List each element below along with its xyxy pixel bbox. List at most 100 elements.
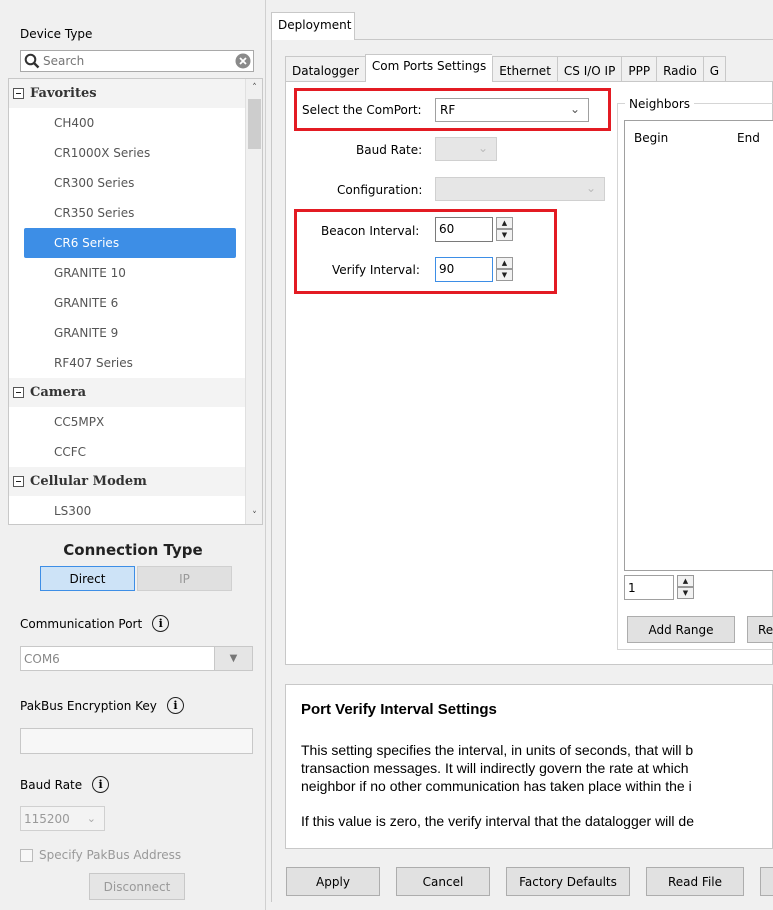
info-icon[interactable]: i (166, 697, 184, 714)
encryption-key-field[interactable] (20, 728, 253, 754)
direct-button[interactable]: Direct (40, 566, 135, 591)
tab-g[interactable]: G (702, 56, 727, 82)
configuration-combobox[interactable]: ⌄ (435, 177, 605, 201)
factory-defaults-button[interactable]: Factory Defaults (506, 867, 630, 896)
chevron-down-icon: ⌄ (477, 141, 488, 155)
tree-group-label: Favorites (30, 86, 97, 101)
encryption-key-label: PakBus Encryption Key (20, 698, 157, 713)
search-input[interactable] (43, 52, 233, 70)
encryption-label-row: PakBus Encryption Key i (20, 697, 184, 714)
more-button[interactable] (760, 867, 773, 896)
tab-com-ports-settings[interactable]: Com Ports Settings (364, 54, 493, 82)
column-header-begin[interactable]: Begin (634, 131, 668, 145)
settings-tabs: Datalogger Com Ports Settings Ethernet CS I… (285, 54, 727, 82)
highlight-box (294, 209, 557, 294)
baud-rate-label: Baud Rate (20, 777, 83, 792)
tree-group-label: Cellular Modem (30, 474, 147, 489)
info-icon[interactable]: i (92, 776, 110, 793)
tab-deployment[interactable]: Deployment (271, 12, 355, 40)
tree-item[interactable]: CH400 (9, 108, 247, 138)
tree-item[interactable]: CR1000X Series (9, 138, 247, 168)
beacon-interval-stepper[interactable]: ▲ ▼ (496, 217, 513, 242)
scroll-down-icon[interactable]: ˅ (246, 507, 262, 524)
tree-item[interactable]: CC5MPX (9, 407, 247, 437)
beacon-interval-label: Beacon Interval: (321, 224, 420, 238)
baud-rate-value: 115200 (24, 811, 70, 826)
neighbors-list[interactable]: Begin End (624, 120, 773, 571)
help-line: neighbor if no other communication has t… (301, 778, 692, 794)
apply-button[interactable]: Apply (286, 867, 380, 896)
tree-item[interactable]: LS300 (9, 496, 247, 524)
help-paragraph: This setting specifies the interval, in … (301, 741, 772, 795)
cancel-button[interactable]: Cancel (396, 867, 490, 896)
highlight-box (294, 88, 611, 131)
comm-port-label: Communication Port (20, 616, 143, 631)
tab-ppp[interactable]: PPP (621, 56, 657, 82)
collapse-icon[interactable] (13, 387, 24, 398)
ip-button[interactable]: IP (137, 566, 232, 591)
read-file-button[interactable]: Read File (646, 867, 744, 896)
column-header-end[interactable]: End (737, 131, 760, 145)
add-range-button[interactable]: Add Range (627, 616, 735, 643)
tree-item[interactable]: RF407 Series (9, 348, 247, 378)
device-tree-list: Favorites CH400 CR1000X Series CR300 Series… (9, 79, 247, 524)
device-search-box[interactable] (20, 50, 254, 72)
comm-port-label-row: Communication Port i (20, 615, 170, 632)
device-tree[interactable]: Favorites CH400 CR1000X Series CR300 Series… (8, 78, 263, 525)
clear-search-icon[interactable] (233, 51, 253, 71)
info-icon[interactable]: i (152, 615, 170, 632)
tree-item[interactable]: GRANITE 6 (9, 288, 247, 318)
verify-interval-stepper[interactable]: ▲ ▼ (496, 257, 513, 282)
chevron-down-icon: ⌄ (86, 812, 96, 825)
spin-up-icon[interactable]: ▲ (496, 217, 513, 229)
tree-scrollbar[interactable]: ˄ ˅ (245, 79, 262, 524)
spin-down-icon[interactable]: ▼ (677, 587, 694, 599)
tree-item[interactable]: CR300 Series (9, 168, 247, 198)
help-line: This setting specifies the interval, in … (301, 742, 694, 758)
collapse-icon[interactable] (13, 88, 24, 99)
scroll-thumb[interactable] (248, 99, 261, 149)
neighbor-number-input[interactable]: 1 (624, 575, 674, 600)
tree-item[interactable]: GRANITE 10 (9, 258, 247, 288)
specify-pakbus-checkbox[interactable]: Specify PakBus Address (20, 848, 181, 862)
disconnect-button[interactable]: Disconnect (89, 873, 185, 900)
device-panel: Device Type Favorites CH400CR1000X Series… (0, 0, 266, 910)
baud-rate-label: Baud Rate: (356, 143, 423, 157)
tree-group[interactable]: Cellular Modem (9, 467, 247, 496)
spin-down-icon[interactable]: ▼ (496, 269, 513, 281)
configuration-label: Configuration: (337, 183, 423, 197)
help-title: Port Verify Interval Settings (301, 701, 497, 718)
baud-rate-combobox[interactable]: ⌄ (435, 137, 497, 161)
beacon-interval-input[interactable]: 60 (435, 217, 493, 242)
checkbox-box[interactable] (20, 848, 33, 862)
tab-datalogger[interactable]: Datalogger (285, 56, 365, 82)
spin-up-icon[interactable]: ▲ (677, 575, 694, 587)
device-type-label: Device Type (20, 27, 93, 41)
tree-item[interactable]: CR6 Series (24, 228, 236, 258)
tree-group-label: Camera (30, 385, 87, 400)
tab-cs-i-o-ip[interactable]: CS I/O IP (556, 56, 622, 82)
help-line: transaction messages. It will indirectly… (301, 760, 689, 776)
tree-item[interactable]: GRANITE 9 (9, 318, 247, 348)
tree-item[interactable]: CR350 Series (9, 198, 247, 228)
neighbor-number-stepper[interactable]: ▲ ▼ (677, 575, 694, 600)
spin-up-icon[interactable]: ▲ (496, 257, 513, 269)
verify-interval-input[interactable]: 90 (435, 257, 493, 282)
tab-ethernet[interactable]: Ethernet (492, 56, 557, 82)
tree-group[interactable]: Camera (9, 378, 247, 407)
comm-port-value: COM6 (24, 651, 60, 666)
help-line: If this value is zero, the verify interv… (301, 813, 694, 829)
scroll-up-icon[interactable]: ˄ (246, 79, 262, 96)
neighbors-title: Neighbors (625, 97, 695, 111)
remove-range-button[interactable]: Re (747, 616, 773, 643)
comm-port-select[interactable]: COM6 ▼ (20, 646, 253, 671)
search-icon (21, 51, 43, 71)
tree-group[interactable]: Favorites (9, 79, 247, 108)
tab-radio[interactable]: Radio (656, 56, 703, 82)
baud-rate-label-row: Baud Rate i (20, 776, 110, 793)
tree-item[interactable]: CCFC (9, 437, 247, 467)
dropdown-arrow-icon[interactable]: ▼ (214, 647, 252, 670)
spin-down-icon[interactable]: ▼ (496, 229, 513, 241)
collapse-icon[interactable] (13, 476, 24, 487)
baud-rate-select[interactable]: 115200 ⌄ (20, 806, 105, 831)
